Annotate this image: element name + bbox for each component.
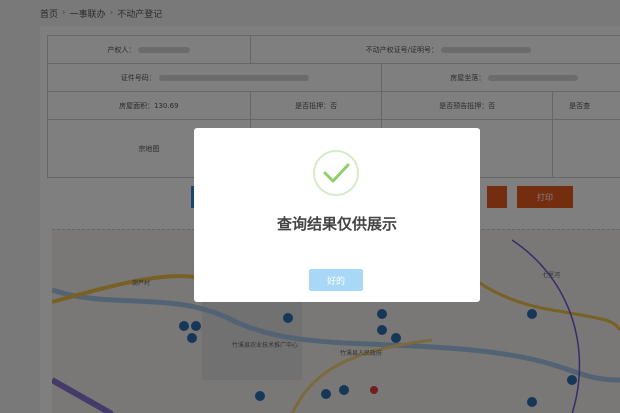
dialog-message: 查询结果仅供展示 [276,215,397,233]
checkmark-icon [313,150,359,196]
result-dialog: 查询结果仅供展示 好的 [194,128,480,302]
ok-button[interactable]: 好的 [309,269,363,291]
